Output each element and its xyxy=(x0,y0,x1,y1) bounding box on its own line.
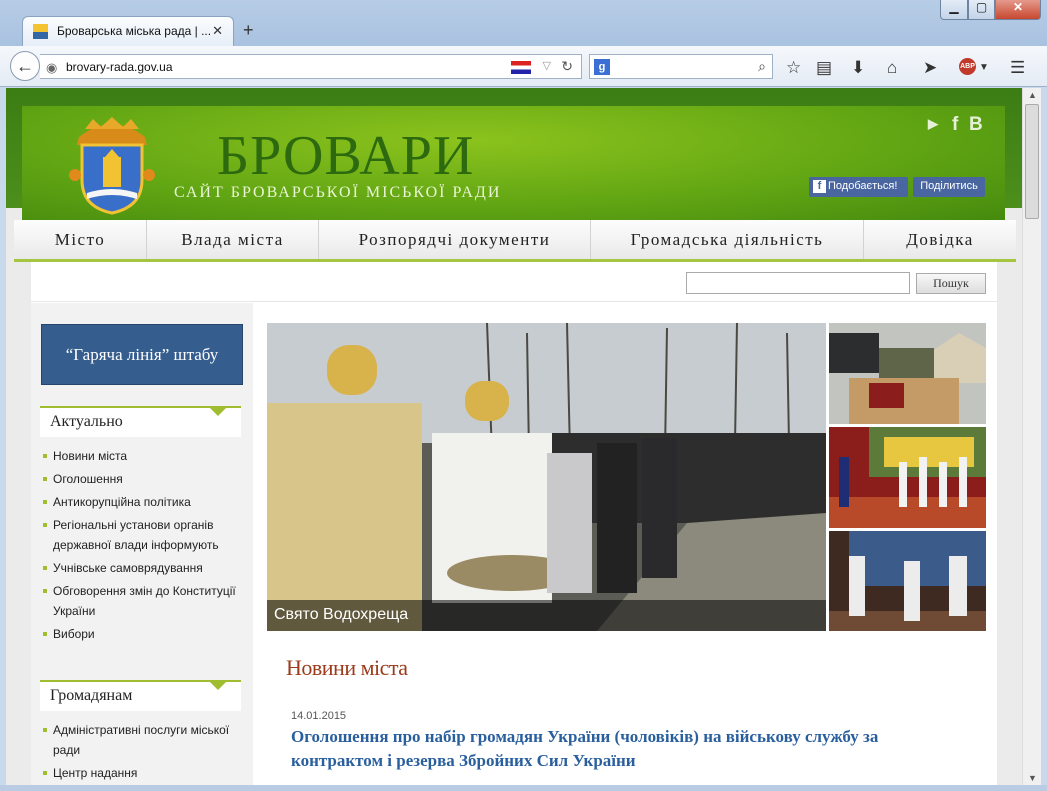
tab-close-icon[interactable]: ✕ xyxy=(212,23,223,39)
browser-navbar: ← ◉ brovary-rada.gov.ua ▽ ↻ g ⌕ ☆ ▤ ⬇ ⌂ … xyxy=(0,46,1047,87)
photo-slider[interactable]: Свято Водохреща xyxy=(267,323,826,631)
url-dropdown-icon[interactable]: ▽ xyxy=(543,59,551,72)
facebook-like-label: Подобається! xyxy=(828,180,898,192)
downloads-icon[interactable]: ⬇ xyxy=(851,58,865,78)
thumbnail-photo xyxy=(829,427,986,528)
google-search-engine-icon[interactable]: g xyxy=(594,59,610,75)
magnifier-icon[interactable]: ⌕ xyxy=(758,58,766,75)
menu-item-documents[interactable]: Розпорядчі документи xyxy=(319,220,591,259)
sidebar-item-constitution[interactable]: Обговорення змін до Конституції України xyxy=(43,581,243,621)
site-title[interactable]: БРОВАРИ xyxy=(217,124,474,188)
city-coat-of-arms-logo[interactable] xyxy=(67,115,157,215)
content-area: Пошук “Гаряча лінія” штабу Актуально Нов… xyxy=(31,262,997,785)
site-search-input[interactable] xyxy=(686,272,910,294)
globe-icon: ◉ xyxy=(46,60,58,75)
sidebar-section-title-text: Актуально xyxy=(50,413,123,430)
main-column: Свято Водохреща Новини міста 14.01.2015 … xyxy=(254,303,997,785)
adblock-icon[interactable]: ABP xyxy=(959,58,976,75)
youtube-icon[interactable]: ▶ xyxy=(928,116,938,132)
sidebar-item-city-news[interactable]: Новини міста xyxy=(43,446,243,466)
bookmark-star-icon[interactable]: ☆ xyxy=(786,58,801,78)
menu-item-city-authority[interactable]: Влада міста xyxy=(147,220,319,259)
window-maximize-button[interactable]: ▢ xyxy=(968,0,995,20)
page-viewport: БРОВАРИ САЙТ БРОВАРСЬКОЇ МІСЬКОЇ РАДИ ▶ … xyxy=(6,88,1022,785)
sidebar: “Гаряча лінія” штабу Актуально Новини мі… xyxy=(31,303,253,785)
slider-thumbnail[interactable] xyxy=(829,427,986,528)
new-tab-button[interactable]: + xyxy=(243,20,254,41)
window-bottom-border xyxy=(0,785,1047,791)
menu-item-public-activity[interactable]: Громадська діяльність xyxy=(591,220,864,259)
site-favicon-icon xyxy=(33,24,48,39)
sidebar-list-actual: Новини міста Оголошення Антикорупційна п… xyxy=(43,446,243,647)
send-icon[interactable]: ➤ xyxy=(923,58,937,78)
sidebar-section-title-text: Громадянам xyxy=(50,687,133,704)
scroll-up-icon[interactable]: ▲ xyxy=(1028,90,1037,100)
menu-hamburger-icon[interactable]: ☰ xyxy=(1010,58,1025,78)
scrollbar-thumb[interactable] xyxy=(1025,104,1039,219)
thumbnail-photo xyxy=(829,531,986,631)
search-button[interactable]: Пошук xyxy=(916,273,986,294)
sidebar-list-citizens: Адміністративні послуги міської ради Цен… xyxy=(43,720,243,785)
site-search-row: Пошук xyxy=(31,262,997,302)
url-text: brovary-rada.gov.ua xyxy=(66,60,173,74)
sidebar-section-title: Актуально xyxy=(40,406,241,437)
epiphany-photo xyxy=(267,323,826,631)
sidebar-item-service-center[interactable]: Центр надання xyxy=(43,763,243,783)
slide-caption[interactable]: Свято Водохреща xyxy=(267,600,826,631)
thumbnail-photo xyxy=(829,323,986,424)
sidebar-section-title: Громадянам xyxy=(40,680,241,711)
back-arrow-icon[interactable]: ← xyxy=(10,51,40,81)
section-triangle-icon xyxy=(209,407,227,416)
sidebar-item-anticorruption[interactable]: Антикорупційна політика xyxy=(43,492,243,512)
sidebar-item-regional-institutions[interactable]: Регіональні установи органів державної в… xyxy=(43,515,243,555)
facebook-share-button[interactable]: Поділитись xyxy=(913,177,985,197)
site-header: БРОВАРИ САЙТ БРОВАРСЬКОЇ МІСЬКОЇ РАДИ ▶ … xyxy=(22,106,1005,220)
facebook-small-icon: f xyxy=(813,180,826,193)
sidebar-item-announcements[interactable]: Оголошення xyxy=(43,469,243,489)
url-bar[interactable]: ◉ brovary-rada.gov.ua ▽ ↻ xyxy=(40,54,582,79)
browser-search-input[interactable]: g ⌕ xyxy=(589,54,773,79)
facebook-icon[interactable]: f xyxy=(952,114,958,136)
sidebar-item-admin-services[interactable]: Адміністративні послуги міської ради xyxy=(43,720,243,760)
language-flag-icon[interactable] xyxy=(511,61,531,74)
sidebar-item-elections[interactable]: Вибори xyxy=(43,624,243,644)
window-close-button[interactable]: ✕ xyxy=(995,0,1041,20)
news-section-heading[interactable]: Новини міста xyxy=(286,655,408,681)
facebook-like-button[interactable]: f Подобається! xyxy=(809,177,908,197)
page-scrollbar[interactable]: ▲ ▼ xyxy=(1022,88,1041,785)
news-title-link[interactable]: Оголошення про набір громадян України (ч… xyxy=(291,725,951,773)
browser-titlebar: Броварська міська рада | ... ✕ + ▁ ▢ ✕ xyxy=(0,0,1047,46)
adblock-dropdown-icon[interactable]: ▼ xyxy=(979,62,989,73)
slider-thumbnail[interactable] xyxy=(829,323,986,424)
vkontakte-icon[interactable]: B xyxy=(969,114,983,136)
menu-item-reference[interactable]: Довідка xyxy=(864,220,1016,259)
reading-list-icon[interactable]: ▤ xyxy=(816,58,832,78)
sidebar-item-student-government[interactable]: Учнівське самоврядування xyxy=(43,558,243,578)
scroll-down-icon[interactable]: ▼ xyxy=(1028,773,1037,783)
reload-icon[interactable]: ↻ xyxy=(561,58,573,75)
hotline-button[interactable]: “Гаряча лінія” штабу xyxy=(41,324,243,385)
menu-item-city[interactable]: Місто xyxy=(14,220,147,259)
browser-tab[interactable]: Броварська міська рада | ... ✕ xyxy=(22,16,234,46)
section-triangle-icon xyxy=(209,681,227,690)
window-minimize-button[interactable]: ▁ xyxy=(940,0,968,20)
site-subtitle: САЙТ БРОВАРСЬКОЇ МІСЬКОЇ РАДИ xyxy=(174,184,502,201)
slider-thumbnail[interactable] xyxy=(829,531,986,631)
main-menu: Місто Влада міста Розпорядчі документи Г… xyxy=(14,220,1016,262)
tab-title: Броварська міська рада | ... xyxy=(57,24,212,38)
home-icon[interactable]: ⌂ xyxy=(887,58,897,78)
news-date: 14.01.2015 xyxy=(291,710,347,722)
